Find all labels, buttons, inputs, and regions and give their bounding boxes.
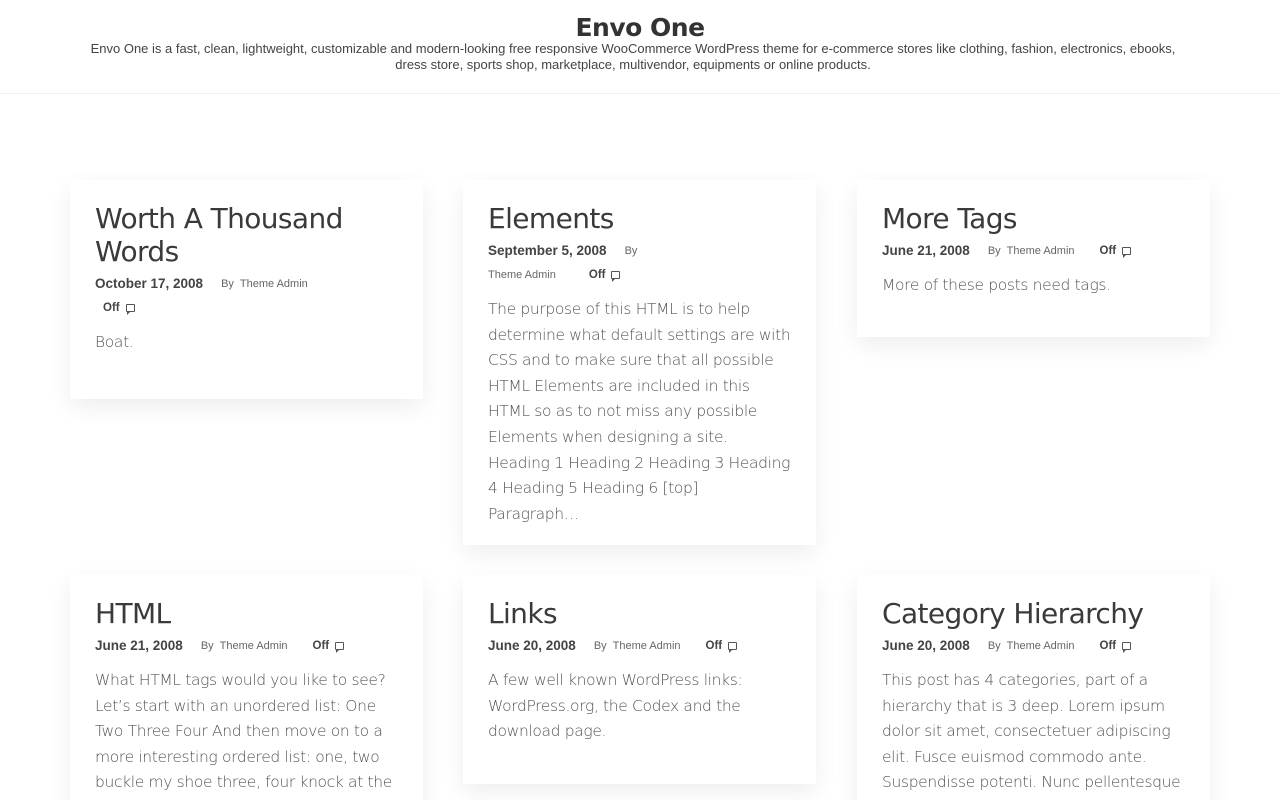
posts-grid: Worth A Thousand Words October 17, 2008 …: [0, 144, 1280, 800]
site-title-link[interactable]: Envo One: [0, 13, 1280, 42]
post-meta: June 21, 2008 By Theme Admin Off: [882, 239, 1182, 263]
post-comments-status: Off: [103, 302, 120, 314]
comment-icon: [125, 304, 135, 315]
post-date-link[interactable]: June 21, 2008: [882, 239, 970, 263]
post-card: Elements September 5, 2008 By Theme Admi…: [463, 180, 816, 545]
post-comments-status: Off: [1099, 640, 1117, 652]
post-author-link[interactable]: Theme Admin: [613, 634, 681, 658]
post-date-link[interactable]: June 21, 2008: [95, 634, 183, 658]
post-author-link[interactable]: Theme Admin: [220, 634, 288, 658]
post-meta: June 21, 2008 By Theme Admin Off: [95, 634, 395, 658]
post-title-link[interactable]: Links: [488, 597, 791, 630]
main-navigation-bar: [0, 94, 1280, 144]
post-date-link[interactable]: June 20, 2008: [882, 634, 970, 658]
post-author-link[interactable]: Theme Admin: [240, 272, 308, 296]
post-comments-status: Off: [1099, 245, 1117, 257]
post-card: Worth A Thousand Words October 17, 2008 …: [70, 180, 423, 399]
comment-icon: [611, 271, 621, 282]
post-comments-status: Off: [588, 269, 606, 281]
post-comments: Off: [1100, 239, 1132, 263]
post-by-label: By: [200, 640, 214, 652]
post-excerpt: More of these posts need tags.: [882, 276, 1111, 294]
post-by-label: By: [987, 245, 1001, 257]
post-excerpt: What HTML tags would you like to see? Le…: [95, 671, 392, 800]
post-date-link[interactable]: June 20, 2008: [488, 634, 576, 658]
post-title-link[interactable]: More Tags: [882, 202, 1185, 235]
post-card: HTML June 21, 2008 By Theme Admin Off Wh…: [70, 575, 423, 800]
comment-icon: [335, 642, 345, 653]
post-author-link[interactable]: Theme Admin: [1007, 239, 1075, 263]
post-title-link[interactable]: Elements: [488, 202, 791, 235]
post-by-label: By: [221, 278, 234, 290]
post-by-label: By: [987, 640, 1001, 652]
post-excerpt: A few well known WordPress links: WordPr…: [488, 671, 743, 741]
post-card: Category Hierarchy June 20, 2008 By Them…: [857, 575, 1210, 800]
post-excerpt: Boat.: [95, 333, 134, 351]
post-comments: Off: [103, 296, 135, 320]
post-comments: Off: [706, 634, 738, 658]
post-comments: Off: [1100, 634, 1132, 658]
post-comments: Off: [313, 634, 345, 658]
post-by-label: By: [624, 245, 638, 257]
post-meta: October 17, 2008 By Theme Admin Off: [95, 272, 335, 320]
post-meta: June 20, 2008 By Theme Admin Off: [882, 634, 1182, 658]
post-title-link[interactable]: Category Hierarchy: [882, 597, 1185, 630]
post-title-link[interactable]: HTML: [95, 597, 398, 630]
post-card: Links June 20, 2008 By Theme Admin Off A…: [463, 575, 816, 784]
post-excerpt: This post has 4 categories, part of a hi…: [882, 671, 1181, 800]
post-date-link[interactable]: October 17, 2008: [95, 272, 203, 296]
post-comments: Off: [589, 263, 621, 287]
post-date-link[interactable]: September 5, 2008: [488, 239, 607, 263]
post-meta: September 5, 2008 By Theme Admin Off: [488, 239, 728, 287]
post-author-link[interactable]: Theme Admin: [488, 263, 556, 287]
comment-icon: [1122, 642, 1132, 653]
post-title-link[interactable]: Worth A Thousand Words: [95, 202, 395, 268]
comment-icon: [1122, 247, 1132, 258]
post-by-label: By: [593, 640, 607, 652]
post-card: More Tags June 21, 2008 By Theme Admin O…: [857, 180, 1210, 337]
site-description: Envo One is a fast, clean, lightweight, …: [90, 41, 1176, 72]
post-comments-status: Off: [705, 640, 723, 652]
post-comments-status: Off: [312, 640, 330, 652]
post-author-link[interactable]: Theme Admin: [1007, 634, 1075, 658]
post-excerpt: The purpose of this HTML is to help dete…: [488, 300, 791, 523]
site-header: Envo One Envo One is a fast, clean, ligh…: [0, 0, 1280, 94]
comment-icon: [728, 642, 738, 653]
post-meta: June 20, 2008 By Theme Admin Off: [488, 634, 788, 658]
